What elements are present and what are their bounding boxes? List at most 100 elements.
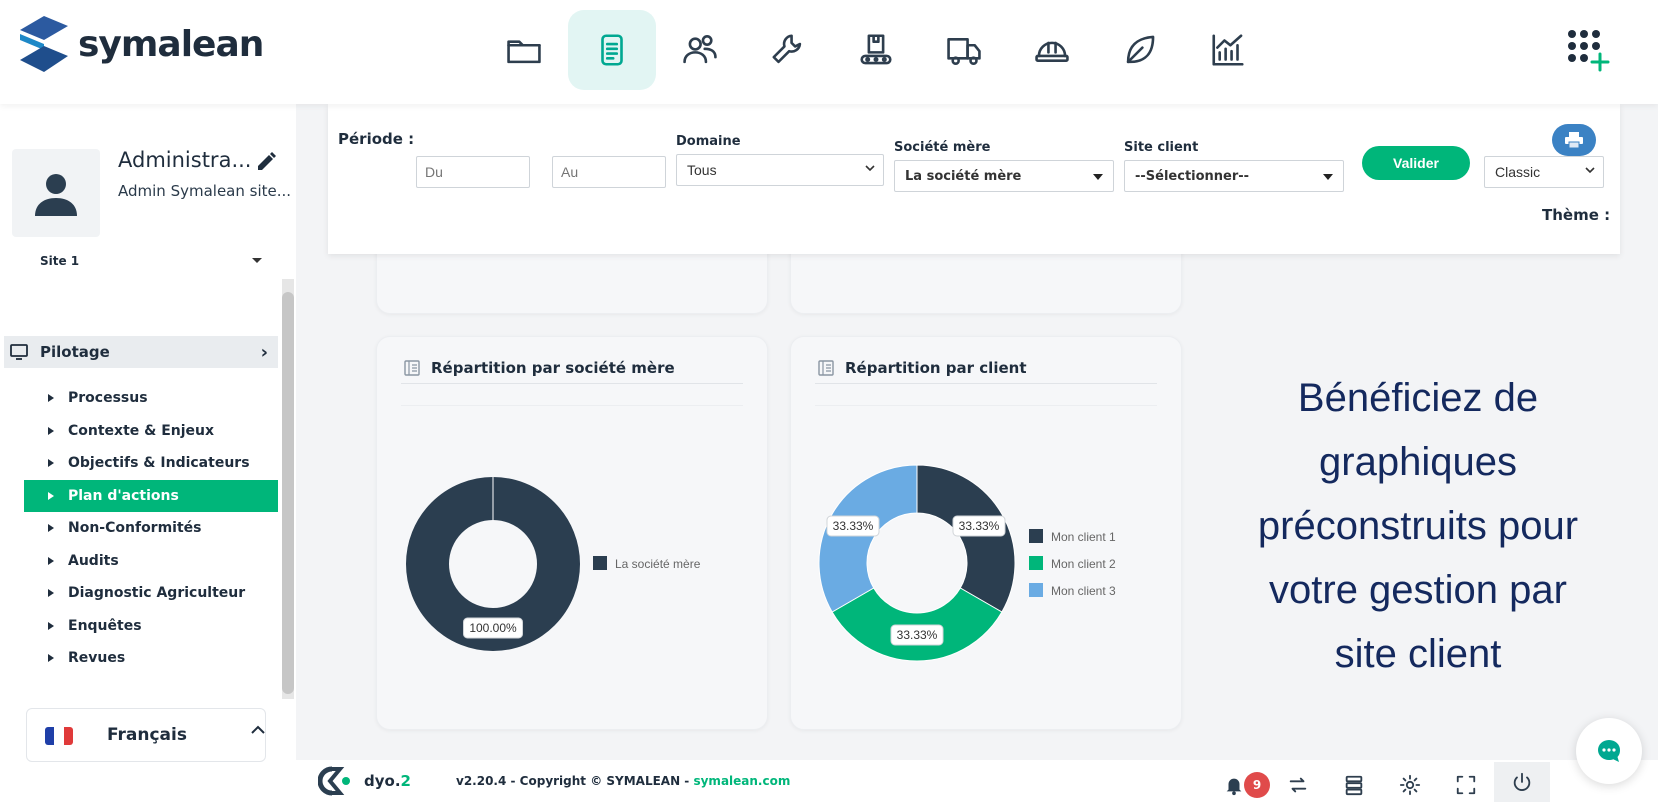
apps-plus-icon xyxy=(1568,30,1610,72)
sidebar-item-revues[interactable]: Revues xyxy=(24,642,278,675)
donut-slice[interactable] xyxy=(818,464,918,613)
main-nav xyxy=(480,10,1272,90)
societe-select[interactable]: La société mère xyxy=(894,160,1114,192)
legend-item[interactable]: La société mère xyxy=(593,556,701,571)
notifications-button[interactable]: 9 xyxy=(1214,772,1270,798)
gear-icon xyxy=(1399,774,1421,796)
sidebar-item-plan-actions[interactable]: Plan d'actions xyxy=(24,479,278,512)
nav-production[interactable] xyxy=(832,10,920,90)
filter-panel: Période : Domaine Tous Société mère La s… xyxy=(328,104,1620,254)
bullet-icon xyxy=(48,426,54,435)
bullet-icon xyxy=(48,589,54,597)
promo-text: Bénéficiez de graphiques préconstruits p… xyxy=(1212,366,1624,686)
sidebar-item-contexte[interactable]: Contexte & Enjeux xyxy=(24,415,278,448)
copyright-link[interactable]: symalean.com xyxy=(693,774,790,788)
footer-toolbar: 9 xyxy=(1214,762,1550,802)
bullet-icon xyxy=(48,654,54,662)
database-button[interactable] xyxy=(1326,772,1382,798)
sidebar-scrollbar-thumb[interactable] xyxy=(282,292,294,694)
site-client-select[interactable]: --Sélectionner-- xyxy=(1124,160,1344,192)
donut-slice[interactable] xyxy=(916,464,1016,613)
fullscreen-button[interactable] xyxy=(1438,772,1494,798)
date-to-input[interactable] xyxy=(552,156,666,188)
sidebar-item-enquetes[interactable]: Enquêtes xyxy=(24,610,278,643)
wrench-icon xyxy=(772,34,802,64)
dyo-logo[interactable]: dyo.2 xyxy=(318,766,411,796)
sidebar-item-non-conformites[interactable]: Non-Conformités xyxy=(24,512,278,545)
domaine-select-value: Tous xyxy=(687,162,717,178)
date-from-input[interactable] xyxy=(416,156,530,188)
chevron-right-icon: › xyxy=(260,342,268,363)
sidebar-item-audits[interactable]: Audits xyxy=(24,545,278,578)
sidebar-section-pilotage[interactable]: Pilotage › xyxy=(4,336,278,368)
theme-select[interactable]: Classic xyxy=(1484,156,1604,188)
domaine-label: Domaine xyxy=(676,134,741,149)
bullet-icon xyxy=(48,524,54,532)
nav-users[interactable] xyxy=(656,10,744,90)
switch-button[interactable] xyxy=(1270,772,1326,798)
conveyor-icon xyxy=(860,34,892,65)
edit-icon[interactable] xyxy=(254,150,278,174)
societe-label: Société mère xyxy=(894,140,991,155)
chart-icon xyxy=(1212,34,1244,66)
bullet-icon xyxy=(48,491,54,500)
chat-button[interactable] xyxy=(1576,718,1642,784)
monitor-icon xyxy=(10,344,28,360)
svg-text:33.33%: 33.33% xyxy=(897,628,938,642)
print-button[interactable] xyxy=(1552,124,1596,156)
apps-button[interactable] xyxy=(1564,26,1612,74)
france-flag-icon xyxy=(45,727,73,745)
site-select[interactable]: Site 1 xyxy=(40,254,262,268)
footer-brand: dyo. xyxy=(364,772,401,790)
bullet-icon xyxy=(48,621,54,630)
nav-environment[interactable] xyxy=(1096,10,1184,90)
copyright-text: v2.20.4 - Copyright © SYMALEAN - xyxy=(456,774,694,788)
logout-button[interactable] xyxy=(1494,762,1550,802)
settings-button[interactable] xyxy=(1382,772,1438,798)
data-label: 33.33% xyxy=(952,515,1006,537)
nav-logistics[interactable] xyxy=(920,10,1008,90)
swap-arrows-icon xyxy=(1289,777,1307,793)
language-selector[interactable]: Français xyxy=(26,708,266,762)
user-subtitle: Admin Symalean site... xyxy=(118,182,290,200)
site-client-select-value: --Sélectionner-- xyxy=(1135,168,1250,184)
copyright: v2.20.4 - Copyright © SYMALEAN - symalea… xyxy=(456,774,790,788)
brand-logo[interactable]: symalean xyxy=(20,16,264,72)
bullet-icon xyxy=(48,459,54,467)
folder-icon xyxy=(507,40,541,64)
sidebar-item-processus[interactable]: Processus xyxy=(24,382,278,415)
bullet-icon xyxy=(48,394,54,402)
legend-item[interactable]: Mon client 3 xyxy=(1029,583,1116,598)
valider-button[interactable]: Valider xyxy=(1362,146,1470,180)
theme-select-value: Classic xyxy=(1495,164,1541,180)
legend-item[interactable]: Mon client 2 xyxy=(1029,556,1116,571)
data-label: 33.33% xyxy=(826,515,880,537)
nav-safety[interactable] xyxy=(1008,10,1096,90)
theme-label: Thème : xyxy=(1542,206,1611,224)
nav-tools[interactable] xyxy=(744,10,832,90)
promo-line: graphiques xyxy=(1319,440,1517,484)
sidebar-section-label: Pilotage xyxy=(40,343,110,361)
site-client-label: Site client xyxy=(1124,140,1199,155)
chevron-up-icon xyxy=(251,725,265,734)
symalean-logo-icon xyxy=(20,16,68,72)
donut-chart-societe: 100.00% La société mère xyxy=(406,477,701,651)
leaf-icon xyxy=(1126,35,1155,64)
user-icon xyxy=(35,174,77,216)
data-label: 100.00% xyxy=(463,617,523,639)
nav-folder[interactable] xyxy=(480,10,568,90)
nav-reports[interactable] xyxy=(1184,10,1272,90)
legend-item[interactable]: Mon client 1 xyxy=(1029,529,1116,544)
sidebar-item-diagnostic[interactable]: Diagnostic Agriculteur xyxy=(24,577,278,610)
domaine-select[interactable]: Tous xyxy=(676,154,884,186)
promo-line: site client xyxy=(1334,632,1502,676)
data-label: 33.33% xyxy=(890,624,944,646)
bullet-icon xyxy=(48,556,54,565)
svg-text:Mon client 3: Mon client 3 xyxy=(1051,584,1116,598)
chevron-down-icon xyxy=(1585,167,1595,174)
donut-slice[interactable] xyxy=(406,477,580,651)
sidebar-item-objectifs[interactable]: Objectifs & Indicateurs xyxy=(24,447,278,480)
avatar[interactable] xyxy=(12,149,100,237)
svg-text:Mon client 1: Mon client 1 xyxy=(1051,530,1116,544)
nav-document[interactable] xyxy=(568,10,656,90)
